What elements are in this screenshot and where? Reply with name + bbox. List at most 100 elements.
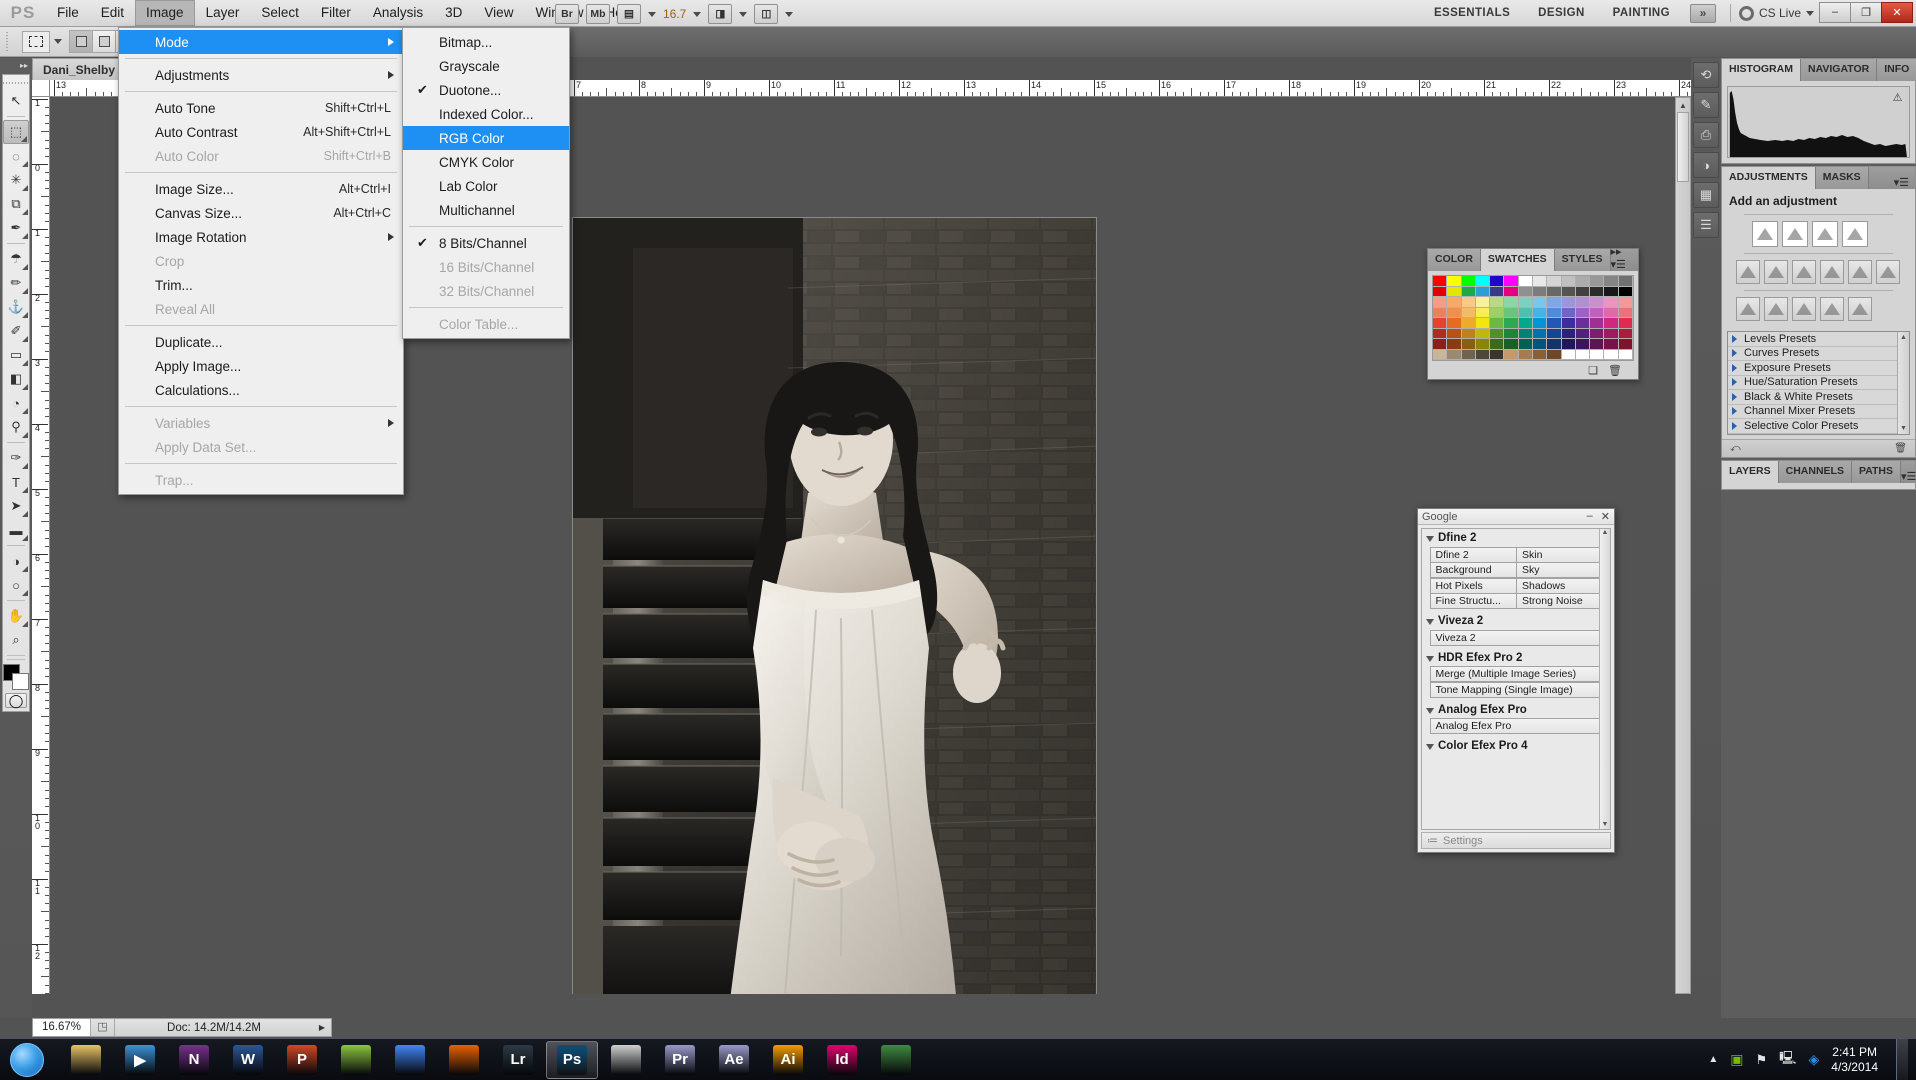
delete-swatch-icon[interactable]: 🗑 [1608,364,1622,377]
nik-button[interactable]: Dfine 2 [1429,546,1517,563]
tool-preset-chevron-icon[interactable] [54,39,62,44]
gradient-map-icon[interactable] [1820,297,1844,321]
nik-group-hdr-efex-pro-2[interactable]: HDR Efex Pro 2 [1422,649,1610,667]
swatch-cell[interactable] [1618,297,1633,308]
clone-source-rail-icon[interactable]: ⎙ [1693,122,1719,148]
canvas-vertical-scrollbar[interactable]: ▲ [1675,97,1691,994]
nik-button[interactable]: Hot Pixels [1429,577,1517,594]
swatch-cell[interactable] [1504,297,1519,308]
preset-row[interactable]: Curves Presets [1728,347,1909,361]
swatch-cell[interactable] [1518,318,1533,329]
swatch-cell[interactable] [1604,349,1619,360]
workspace-essentials[interactable]: ESSENTIALS [1420,7,1524,19]
new-swatch-icon[interactable]: ❏ [1588,364,1598,377]
brush-rail-icon[interactable]: ✎ [1693,92,1719,118]
removable-media-icon[interactable]: 🖳 [1779,1049,1796,1071]
screen-mode-chevron-icon[interactable] [785,11,794,17]
expand-triangle-icon[interactable] [1732,392,1737,401]
return-to-adjustment-list-icon[interactable]: ⤺ [1730,443,1741,454]
swatch-cell[interactable] [1532,328,1548,339]
menu-item-multichannel[interactable]: Multichannel [403,198,569,222]
presets-scroll-up-icon[interactable]: ▲ [1898,332,1909,341]
tab-styles[interactable]: STYLES [1554,249,1611,271]
layers-panel-menu-icon[interactable]: ▾☰ [1901,467,1916,483]
swatch-cell[interactable] [1433,297,1448,308]
move-tool[interactable]: ↖ [3,89,29,113]
spot-healing-brush-tool[interactable]: ☂ [3,247,29,271]
swatch-cell[interactable] [1433,339,1448,350]
swatch-cell[interactable] [1547,276,1562,287]
swatch-cell[interactable] [1604,276,1619,287]
view-extras-chevron-icon[interactable] [648,11,656,17]
add-to-selection-button[interactable] [92,30,116,53]
taskbar-item-chrome[interactable] [384,1041,436,1079]
tab-color[interactable]: COLOR [1428,249,1481,271]
preset-row[interactable]: Selective Color Presets [1728,419,1909,434]
nik-scroll-up-icon[interactable]: ▲ [1600,529,1610,536]
swatch-cell[interactable] [1447,307,1462,318]
swatch-cell[interactable] [1604,328,1619,339]
swatch-cell[interactable] [1475,276,1491,287]
show-hidden-icons-icon[interactable]: ▲ [1708,1054,1718,1065]
options-bar-grip[interactable] [6,31,13,52]
menu-select[interactable]: Select [250,0,310,26]
arrange-documents-icon[interactable]: ◨ [708,4,733,24]
adjustment-presets-list[interactable]: Levels Presets Curves Presets Exposure Pre… [1727,331,1910,435]
taskbar-item-word[interactable]: W [222,1041,274,1079]
zoom-tool[interactable]: ⌕ [3,628,29,652]
invert-icon[interactable] [1736,297,1760,321]
swatch-cell[interactable] [1475,349,1491,360]
posterize-icon[interactable] [1764,297,1788,321]
eraser-tool[interactable]: ▭ [3,343,29,367]
swatch-cell[interactable] [1518,297,1533,308]
menu-layer[interactable]: Layer [195,0,251,26]
swatch-cell[interactable] [1618,286,1633,297]
swatch-cell[interactable] [1490,328,1505,339]
dodge-tool[interactable]: ⚲ [3,415,29,439]
presets-scrollbar[interactable]: ▲ ▼ [1897,332,1909,434]
menu-item-grayscale[interactable]: Grayscale [403,54,569,78]
swatch-cell[interactable] [1475,328,1491,339]
screen-mode-icon[interactable]: ◫ [754,4,779,24]
pen-tool[interactable]: ✑ [3,446,29,470]
quick-mask-icon[interactable]: ◯ [5,693,27,708]
swatch-cell[interactable] [1532,339,1548,350]
workspace-painting[interactable]: PAINTING [1599,7,1684,19]
menu-item-crop[interactable]: Crop [119,249,403,273]
nik-button[interactable]: Fine Structu... [1429,593,1517,609]
workspace-design[interactable]: DESIGN [1524,7,1599,19]
menu-analysis[interactable]: Analysis [362,0,434,26]
swatch-cell[interactable] [1532,297,1548,308]
hand-tool[interactable]: ✋ [3,604,29,628]
menu-image[interactable]: Image [135,0,195,26]
nik-group-color-efex-pro-4[interactable]: Color Efex Pro 4 [1422,737,1610,755]
presets-scroll-down-icon[interactable]: ▼ [1898,425,1909,432]
scroll-up-icon[interactable]: ▲ [1676,98,1690,112]
tab-adjustments[interactable]: ADJUSTMENTS [1722,167,1816,189]
tab-navigator[interactable]: NAVIGATOR [1800,59,1878,81]
show-desktop-button[interactable] [1896,1038,1908,1080]
menu-item-variables[interactable]: Variables [119,411,403,435]
swatch-cell[interactable] [1590,339,1605,350]
taskbar-item-illustrator[interactable]: Ai [762,1041,814,1079]
swatch-cell[interactable] [1518,349,1533,360]
gradient-tool[interactable]: ◧ [3,367,29,391]
swatch-cell[interactable] [1490,349,1505,360]
paragraph-rail-icon[interactable]: ☰ [1693,212,1719,238]
swatch-cell[interactable] [1618,318,1633,329]
toolbar-collapse-button[interactable]: ▸▸ [0,58,32,72]
menu-item-apply-image[interactable]: Apply Image... [119,354,403,378]
close-button[interactable]: ✕ [1881,1,1913,23]
swatch-cell[interactable] [1504,286,1519,297]
swatch-cell[interactable] [1575,307,1591,318]
swatch-cell[interactable] [1532,318,1548,329]
path-selection-tool[interactable]: ➤ [3,494,29,518]
menu-item-indexed-color[interactable]: Indexed Color... [403,102,569,126]
swatch-cell[interactable] [1461,307,1476,318]
swatch-cell[interactable] [1475,297,1491,308]
tab-layers[interactable]: LAYERS [1722,460,1779,483]
swatch-cell[interactable] [1618,307,1633,318]
vertical-scroll-thumb[interactable] [1677,112,1689,182]
swatch-cell[interactable] [1532,307,1548,318]
selective-color-icon[interactable] [1848,297,1872,321]
